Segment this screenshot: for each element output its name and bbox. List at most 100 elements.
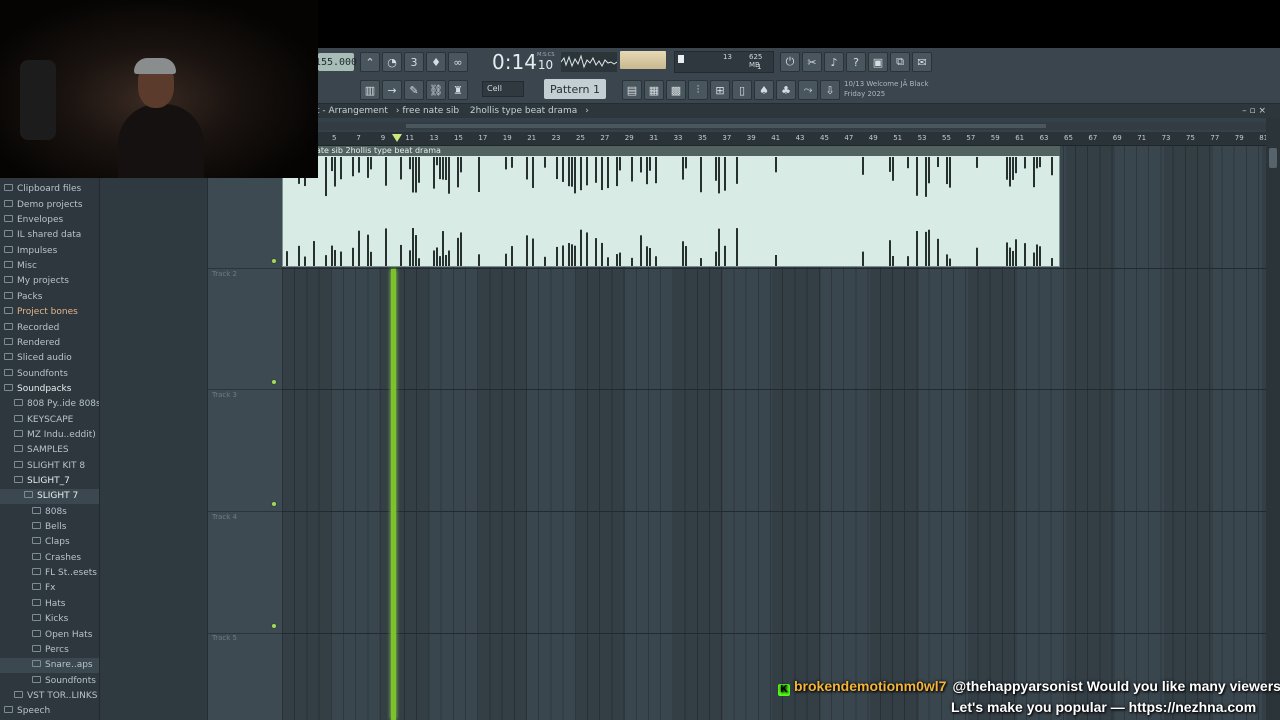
- toolbar-row-1: 155.000 ⌃ ◔ 3 ♦ ∞ 0:1410 M:S:CS 13 625 M…: [315, 48, 1280, 76]
- track-label[interactable]: Track 3: [212, 391, 237, 399]
- ruler-tick-label: 5: [332, 134, 337, 142]
- browser-item[interactable]: Soundpacks: [0, 382, 99, 397]
- browser-item[interactable]: Snare..aps: [0, 658, 99, 674]
- link-icon[interactable]: ⛓: [426, 80, 446, 100]
- timeline-ruler[interactable]: 5 7 9 11 13 15 17 19 21 23 25 27 29 31 33 35 37 39 41 43 45 4…: [316, 132, 1268, 146]
- browser-item[interactable]: Soundfonts: [0, 674, 99, 689]
- browser-item[interactable]: Impulses: [0, 244, 99, 259]
- waveform-peak: [352, 157, 354, 177]
- browser-item[interactable]: Percs: [0, 643, 99, 658]
- playhead[interactable]: [391, 269, 396, 720]
- browser-item[interactable]: My projects: [0, 274, 99, 289]
- track-2-mute-icon[interactable]: [271, 379, 277, 385]
- chat-icon[interactable]: ✉: [912, 52, 932, 72]
- browser-item-label: SLIGHT KIT 8: [27, 460, 86, 471]
- tempo-display[interactable]: 155.000: [315, 53, 357, 71]
- waveform-peak: [571, 244, 573, 266]
- browser-item[interactable]: Misc: [0, 259, 99, 274]
- plugin-picker-icon[interactable]: ♠: [754, 80, 774, 100]
- help-icon[interactable]: ?: [846, 52, 866, 72]
- download-icon[interactable]: ⇩: [820, 80, 840, 100]
- browser-item[interactable]: Fx: [0, 581, 99, 596]
- browser-item[interactable]: IL shared data: [0, 228, 99, 243]
- browser-item[interactable]: Bells: [0, 520, 99, 535]
- browser-item[interactable]: Demo projects: [0, 198, 99, 213]
- sync-icon[interactable]: ⤳: [798, 80, 818, 100]
- browser-item[interactable]: 808s: [0, 505, 99, 520]
- browser-item[interactable]: Project bones: [0, 305, 99, 320]
- pattern-selector[interactable]: Pattern 1: [544, 79, 606, 99]
- browser-item[interactable]: SLIGHT KIT 8: [0, 459, 99, 474]
- waveform-peak: [358, 157, 360, 173]
- track-label[interactable]: Track 2: [212, 270, 237, 278]
- browser-item[interactable]: MZ Indu..eddit): [0, 428, 99, 443]
- snap-selector[interactable]: Cell: [482, 81, 524, 97]
- browser-item[interactable]: Claps: [0, 535, 99, 550]
- ruler-tick-label: 27: [600, 134, 610, 142]
- browser-item[interactable]: Sliced audio: [0, 351, 99, 366]
- browser-item[interactable]: SAMPLES: [0, 443, 99, 458]
- step-edit-icon[interactable]: ♦: [426, 52, 446, 72]
- browser-item[interactable]: Crashes: [0, 551, 99, 566]
- stamp-icon[interactable]: ♜: [448, 80, 468, 100]
- brush-icon[interactable]: ✎: [404, 80, 424, 100]
- browser-item[interactable]: Speech: [0, 704, 99, 719]
- track-label[interactable]: Track 5: [212, 634, 237, 642]
- waveform-peak: [724, 245, 726, 266]
- song-position-bar[interactable]: [316, 122, 1266, 130]
- waveform-peak: [685, 157, 687, 169]
- browser-item[interactable]: SLIGHT 7: [0, 489, 99, 505]
- waveform-peak: [367, 234, 369, 266]
- browser-item[interactable]: Recorded: [0, 321, 99, 336]
- wait-record-icon[interactable]: ◔: [382, 52, 402, 72]
- step-sequencer-icon[interactable]: ▦: [644, 80, 664, 100]
- browser-item[interactable]: Kicks: [0, 612, 99, 627]
- breadcrumb-arrangement[interactable]: t - Arrangement: [316, 106, 388, 116]
- piano-roll-icon[interactable]: ▩: [666, 80, 686, 100]
- save-icon[interactable]: ▣: [868, 52, 888, 72]
- browser-item[interactable]: KEYSCAPE: [0, 413, 99, 428]
- loop-record-icon[interactable]: ∞: [448, 52, 468, 72]
- playlist-icon[interactable]: ▤: [622, 80, 642, 100]
- browser-item[interactable]: Envelopes: [0, 213, 99, 228]
- track-1-mute-icon[interactable]: [271, 258, 277, 264]
- playhead-marker-icon[interactable]: [392, 134, 402, 142]
- browser-item[interactable]: Soundfonts: [0, 367, 99, 382]
- tools-icon[interactable]: ✂: [802, 52, 822, 72]
- ruler-tick-label: 47: [844, 134, 854, 142]
- browser-item[interactable]: Open Hats: [0, 628, 99, 643]
- piano-icon[interactable]: ▥: [360, 80, 380, 100]
- browser-item[interactable]: Rendered: [0, 336, 99, 351]
- countdown-icon[interactable]: 3: [404, 52, 424, 72]
- track-label[interactable]: Track 4: [212, 513, 237, 521]
- breadcrumb-clip[interactable]: 2hollis type beat drama: [470, 106, 577, 116]
- browser-item[interactable]: Clipboard files: [0, 182, 99, 197]
- waveform-peak: [736, 157, 738, 184]
- playlist-window-controls[interactable]: – ▫ ×: [1242, 104, 1266, 118]
- track-4-mute-icon[interactable]: [271, 623, 277, 629]
- browser-item[interactable]: SLIGHT_7: [0, 474, 99, 489]
- vertical-scrollbar[interactable]: [1266, 118, 1280, 720]
- browser-item-label: Demo projects: [17, 199, 83, 210]
- browser-item[interactable]: Packs: [0, 290, 99, 305]
- audio-clip[interactable]: [282, 146, 1060, 267]
- browser-item[interactable]: FL St..esets: [0, 566, 99, 581]
- mic-icon[interactable]: ♪: [824, 52, 844, 72]
- browser-item[interactable]: 808 Py..ide 808s: [0, 397, 99, 412]
- browser-item[interactable]: Hats: [0, 597, 99, 612]
- mixer-icon[interactable]: ⫶: [688, 80, 708, 100]
- reset-icon[interactable]: ⏻: [780, 52, 800, 72]
- audio-clip-title[interactable]: ate sib 2hollis type beat drama: [316, 146, 1060, 156]
- track-3-mute-icon[interactable]: [271, 501, 277, 507]
- scrollbar-thumb[interactable]: [1269, 148, 1277, 168]
- browser-icon[interactable]: ▯: [732, 80, 752, 100]
- channel-rack-icon[interactable]: ⊞: [710, 80, 730, 100]
- browser-item-label: SAMPLES: [27, 445, 69, 456]
- browser-item-label: My projects: [17, 276, 69, 287]
- breadcrumb-pattern[interactable]: free nate sib: [402, 106, 459, 116]
- arrow-icon[interactable]: →: [382, 80, 402, 100]
- touch-keyboard-icon[interactable]: ♣: [776, 80, 796, 100]
- plugin-icon[interactable]: ⧉: [890, 52, 910, 72]
- browser-item[interactable]: VST TOR..LINKS: [0, 689, 99, 704]
- metronome-icon[interactable]: ⌃: [360, 52, 380, 72]
